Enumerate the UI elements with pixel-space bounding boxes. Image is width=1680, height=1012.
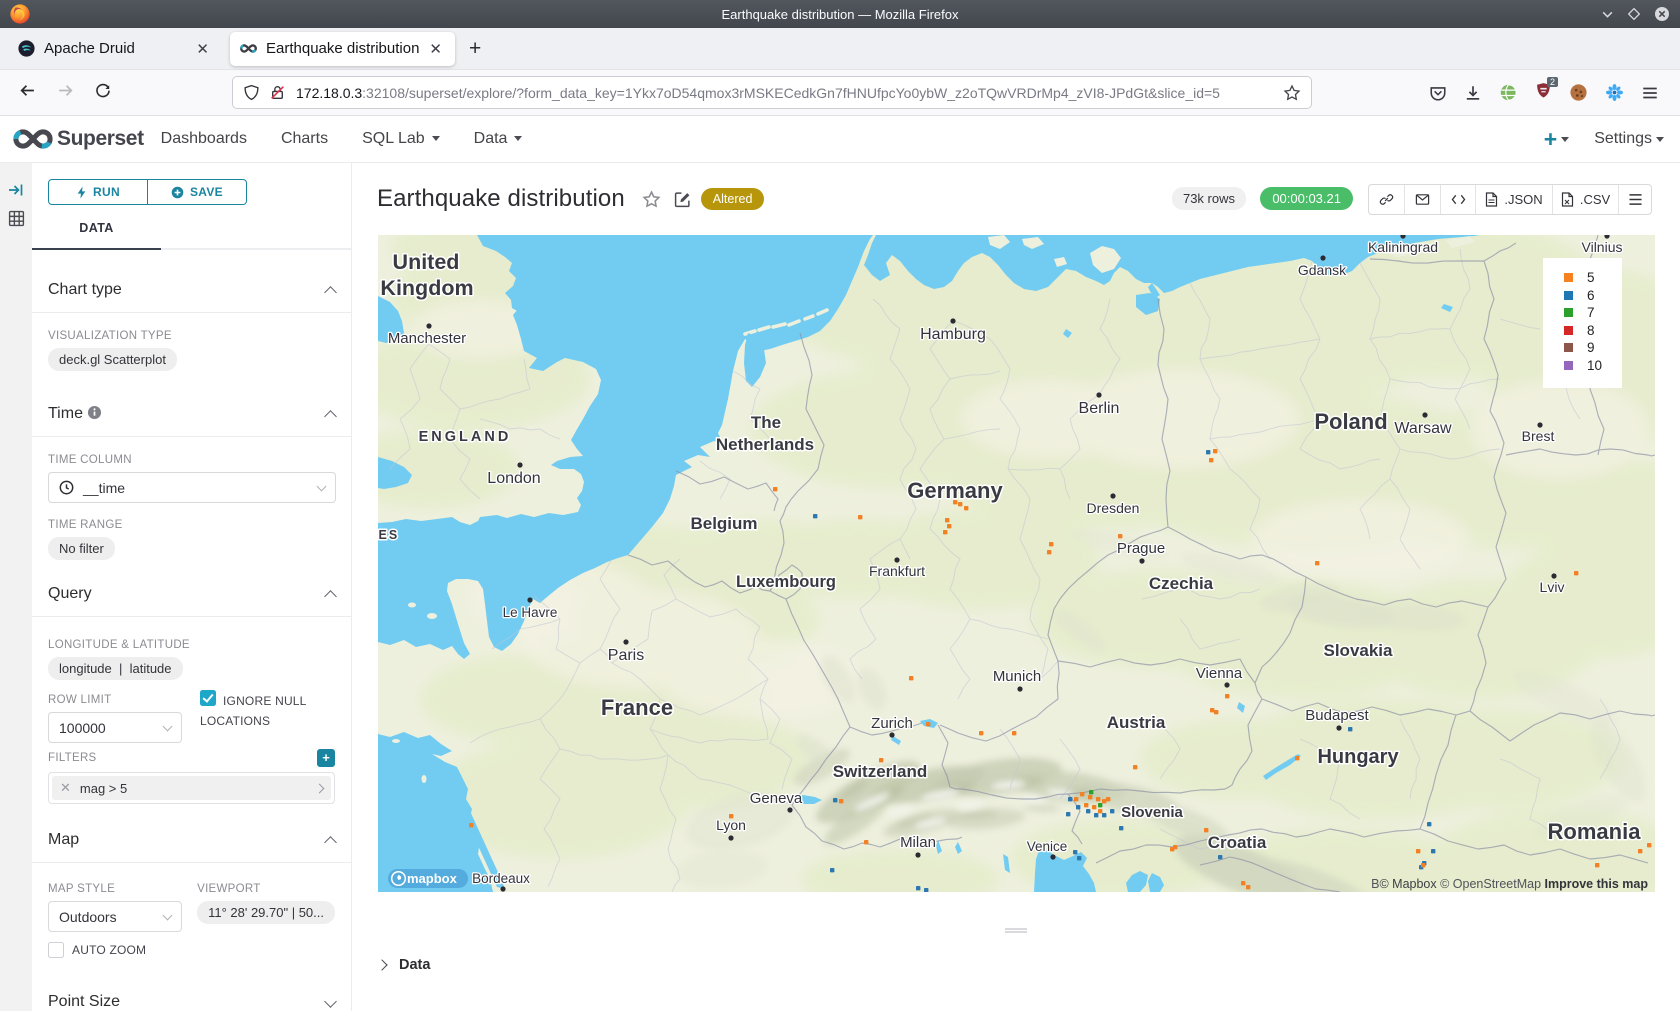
- svg-text:Slovakia: Slovakia: [1324, 641, 1394, 660]
- svg-text:Brest: Brest: [1522, 428, 1555, 444]
- svg-text:Vilnius: Vilnius: [1582, 239, 1623, 255]
- svg-text:Manchester: Manchester: [388, 330, 466, 347]
- svg-text:Frankfurt: Frankfurt: [869, 563, 925, 579]
- svg-text:Paris: Paris: [608, 647, 644, 664]
- svg-text:ES: ES: [379, 528, 400, 542]
- svg-text:8: 8: [1587, 323, 1595, 338]
- svg-text:Venice: Venice: [1027, 839, 1068, 854]
- svg-text:Hungary: Hungary: [1317, 746, 1399, 768]
- svg-text:France: France: [601, 695, 673, 720]
- svg-text:United: United: [393, 250, 460, 274]
- svg-text:Zurich: Zurich: [871, 715, 913, 732]
- svg-text:Poland: Poland: [1314, 409, 1387, 434]
- svg-text:Milan: Milan: [900, 834, 936, 851]
- svg-text:Luxembourg: Luxembourg: [736, 573, 836, 591]
- svg-text:Kingdom: Kingdom: [380, 276, 473, 300]
- svg-text:6: 6: [1587, 288, 1595, 303]
- svg-text:Hamburg: Hamburg: [920, 326, 986, 343]
- svg-text:Slovenia: Slovenia: [1121, 804, 1183, 821]
- svg-text:Dresden: Dresden: [1087, 500, 1140, 516]
- svg-text:Le Havre: Le Havre: [503, 605, 558, 620]
- svg-text:Geneva: Geneva: [750, 790, 803, 807]
- svg-text:Romania: Romania: [1548, 819, 1642, 844]
- svg-text:7: 7: [1587, 305, 1595, 320]
- svg-text:Warsaw: Warsaw: [1394, 420, 1452, 437]
- svg-text:ENGLAND: ENGLAND: [419, 429, 512, 445]
- svg-text:Kaliningrad: Kaliningrad: [1368, 239, 1438, 255]
- svg-text:B© Mapbox © OpenStreetMap Impr: B© Mapbox © OpenStreetMap Improve this m…: [1371, 877, 1648, 891]
- svg-text:Germany: Germany: [907, 478, 1003, 503]
- svg-text:Switzerland: Switzerland: [833, 762, 927, 781]
- svg-text:Munich: Munich: [993, 668, 1041, 685]
- svg-text:Netherlands: Netherlands: [716, 435, 814, 454]
- svg-text:Bordeaux: Bordeaux: [472, 871, 530, 886]
- svg-text:9: 9: [1587, 340, 1595, 355]
- svg-text:Gdansk: Gdansk: [1298, 262, 1347, 278]
- svg-text:5: 5: [1587, 270, 1595, 285]
- svg-text:Lviv: Lviv: [1540, 579, 1565, 595]
- svg-text:10: 10: [1587, 358, 1602, 373]
- svg-text:Belgium: Belgium: [690, 514, 757, 533]
- svg-text:Vienna: Vienna: [1196, 665, 1243, 682]
- svg-text:Czechia: Czechia: [1149, 574, 1214, 593]
- svg-text:The: The: [751, 413, 781, 432]
- svg-text:Lyon: Lyon: [716, 817, 746, 833]
- svg-text:Prague: Prague: [1117, 540, 1165, 557]
- svg-text:Budapest: Budapest: [1305, 707, 1369, 724]
- svg-text:Berlin: Berlin: [1079, 400, 1120, 417]
- svg-text:mapbox: mapbox: [407, 871, 458, 886]
- svg-text:London: London: [487, 470, 540, 487]
- svg-text:Croatia: Croatia: [1208, 833, 1267, 852]
- svg-text:Austria: Austria: [1107, 713, 1166, 732]
